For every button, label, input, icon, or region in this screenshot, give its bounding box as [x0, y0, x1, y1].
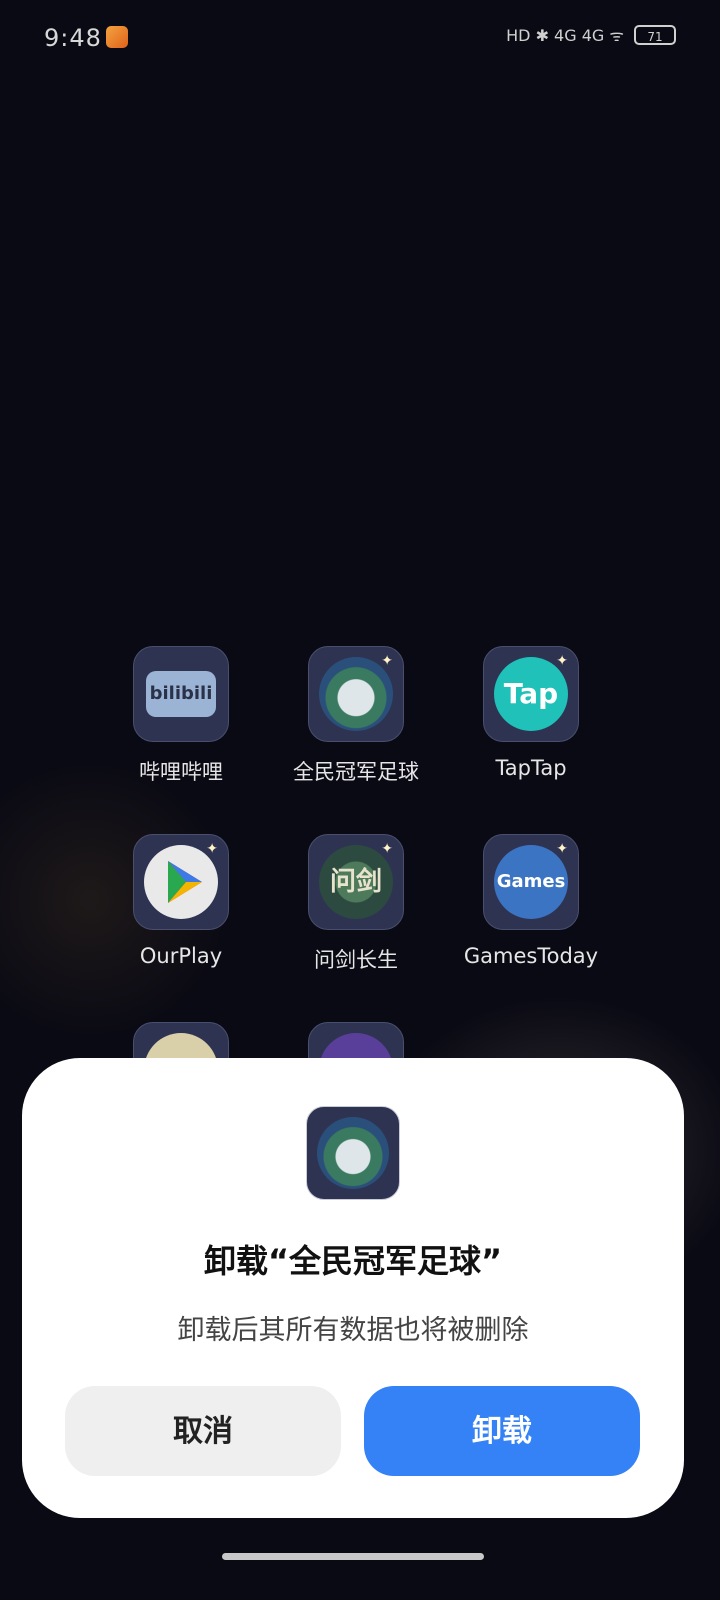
- app-gamestoday[interactable]: Games ✦ GamesToday: [456, 834, 606, 968]
- app-label: 问剑长生: [314, 948, 398, 972]
- sparkle-icon: ✦: [381, 841, 393, 857]
- uninstall-button[interactable]: 卸载: [364, 1386, 640, 1476]
- app-bilibili[interactable]: bilibili 哔哩哔哩: [106, 646, 256, 786]
- status-bar: 9:48 HD ✱ 4G 4G ᯤ 71: [0, 0, 720, 76]
- app-label: GamesToday: [463, 944, 599, 968]
- soccer-game-icon: ✦: [308, 646, 404, 742]
- signal-icons: HD ✱ 4G 4G ᯤ: [506, 26, 624, 45]
- app-label: OurPlay: [139, 944, 223, 968]
- battery-icon: 71: [634, 25, 676, 45]
- app-quanmin-football[interactable]: ✦ 全民冠军足球: [281, 646, 431, 786]
- home-indicator[interactable]: [222, 1553, 484, 1560]
- cancel-button[interactable]: 取消: [65, 1386, 341, 1476]
- dialog-message: 卸载后其所有数据也将被删除: [177, 1315, 529, 1346]
- app-label: TapTap: [495, 756, 567, 780]
- app-label: 哔哩哔哩: [139, 760, 223, 784]
- status-time: 9:48: [44, 24, 102, 52]
- app-taptap[interactable]: Tap ✦ TapTap: [456, 646, 606, 780]
- taptap-icon: Tap ✦: [483, 646, 579, 742]
- sparkle-icon: ✦: [556, 841, 568, 857]
- app-ourplay[interactable]: ✦ OurPlay: [106, 834, 256, 968]
- uninstall-dialog: 卸载“全民冠军足球” 卸载后其所有数据也将被删除 取消 卸载: [22, 1058, 684, 1518]
- status-indicators: HD ✱ 4G 4G ᯤ 71: [506, 24, 676, 46]
- dialog-title: 卸载“全民冠军足球”: [203, 1242, 503, 1280]
- sparkle-icon: ✦: [381, 653, 393, 669]
- wenjian-icon: 问剑 ✦: [308, 834, 404, 930]
- app-wenjian[interactable]: 问剑 ✦ 问剑长生: [281, 834, 431, 974]
- soccer-game-icon: [306, 1106, 400, 1200]
- app-label: 全民冠军足球: [293, 760, 419, 784]
- sparkle-icon: ✦: [206, 841, 218, 857]
- notification-app-icon: [106, 26, 128, 48]
- ourplay-icon: ✦: [133, 834, 229, 930]
- gamestoday-icon: Games ✦: [483, 834, 579, 930]
- bilibili-icon: bilibili: [133, 646, 229, 742]
- sparkle-icon: ✦: [556, 653, 568, 669]
